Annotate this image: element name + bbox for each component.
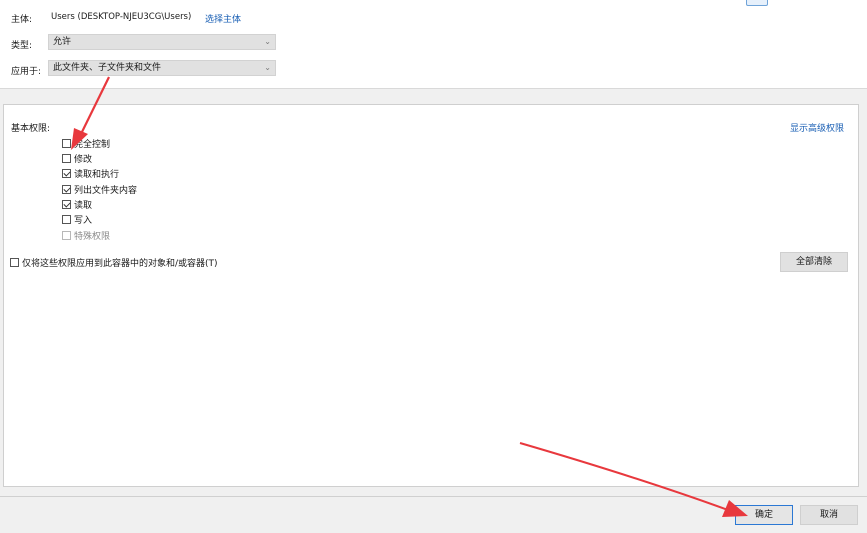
checkbox-icon[interactable] <box>10 258 19 267</box>
applies-to-value: 此文件夹、子文件夹和文件 <box>53 63 162 73</box>
chevron-down-icon: ⌄ <box>264 63 271 72</box>
principal-label: 主体: <box>11 15 33 25</box>
clear-all-button[interactable]: 全部清除 <box>780 252 848 272</box>
permission-modify[interactable]: 修改 <box>62 153 92 168</box>
checkbox-icon[interactable] <box>62 154 71 163</box>
basic-permissions-label: 基本权限: <box>11 124 51 134</box>
type-dropdown[interactable]: 允许 ⌄ <box>48 34 276 50</box>
checkbox-icon[interactable] <box>62 215 71 224</box>
ok-button[interactable]: 确定 <box>735 505 793 525</box>
cancel-button[interactable]: 取消 <box>800 505 858 525</box>
permission-read[interactable]: 读取 <box>62 199 92 214</box>
permission-read-execute[interactable]: 读取和执行 <box>62 168 119 183</box>
type-label: 类型: <box>11 41 33 51</box>
checkbox-checked-icon[interactable] <box>62 169 71 178</box>
chevron-down-icon: ⌄ <box>264 37 271 46</box>
permission-label: 写入 <box>74 216 93 226</box>
permission-label: 修改 <box>74 155 93 165</box>
checkbox-icon[interactable] <box>62 139 71 148</box>
show-advanced-permissions-link[interactable]: 显示高级权限 <box>790 121 844 134</box>
permission-label: 特殊权限 <box>74 232 111 242</box>
permission-label: 列出文件夹内容 <box>74 186 138 196</box>
permission-special: 特殊权限 <box>62 230 110 245</box>
apply-only-label: 仅将这些权限应用到此容器中的对象和/或容器(T) <box>22 259 218 269</box>
applies-to-dropdown[interactable]: 此文件夹、子文件夹和文件 ⌄ <box>48 60 276 76</box>
partial-icon <box>746 0 768 6</box>
checkbox-checked-icon[interactable] <box>62 185 71 194</box>
checkbox-disabled-icon <box>62 231 71 240</box>
permission-full-control[interactable]: 完全控制 <box>62 138 110 153</box>
permission-label: 读取 <box>74 201 93 211</box>
permissions-panel <box>3 104 859 487</box>
permission-list-folder[interactable]: 列出文件夹内容 <box>62 184 137 199</box>
type-value: 允许 <box>53 37 72 47</box>
permission-label: 完全控制 <box>74 140 111 150</box>
select-principal-link[interactable]: 选择主体 <box>205 12 241 25</box>
permission-write[interactable]: 写入 <box>62 214 92 229</box>
applies-to-label: 应用于: <box>11 67 42 77</box>
checkbox-checked-icon[interactable] <box>62 200 71 209</box>
apply-only-container-option[interactable]: 仅将这些权限应用到此容器中的对象和/或容器(T) <box>10 257 218 272</box>
principal-value: Users (DESKTOP-NJEU3CG\Users) <box>51 12 192 22</box>
permission-label: 读取和执行 <box>74 170 120 180</box>
